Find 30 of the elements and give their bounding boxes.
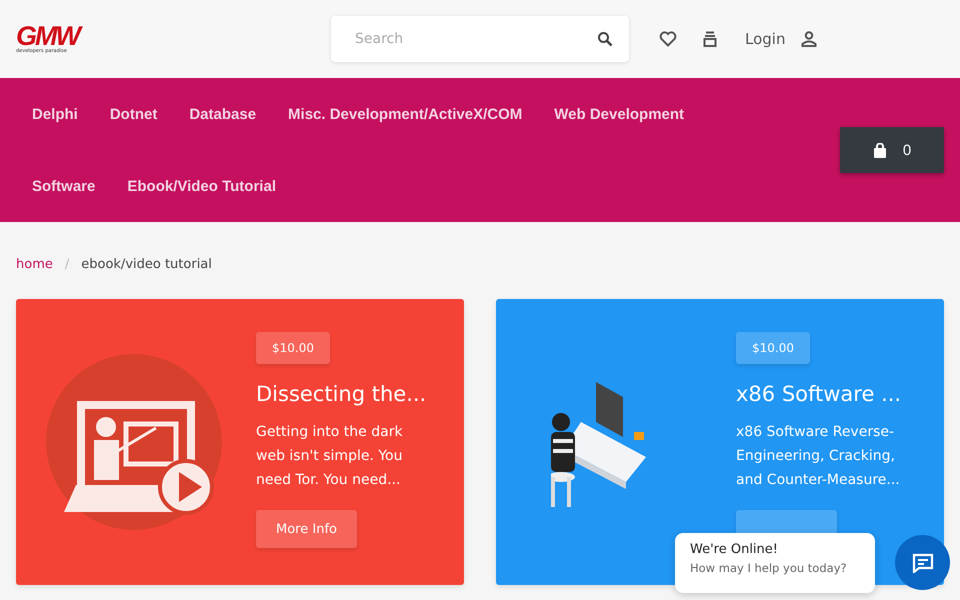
stack-icon[interactable] bbox=[703, 31, 717, 47]
nav-link[interactable]: Dotnet bbox=[94, 78, 174, 150]
chat-subtitle: How may I help you today? bbox=[690, 561, 848, 575]
chat-title: We're Online! bbox=[690, 542, 779, 557]
search-icon[interactable] bbox=[597, 31, 613, 47]
logo[interactable]: GMW bbox=[16, 24, 79, 48]
breadcrumb-link[interactable]: home bbox=[16, 256, 53, 272]
login-link[interactable]: Login bbox=[745, 30, 786, 48]
breadcrumb-current: ebook/video tutorial bbox=[81, 256, 212, 272]
chat-icon bbox=[912, 552, 934, 572]
user-icon[interactable] bbox=[801, 31, 818, 47]
cart-button[interactable]: 0 bbox=[840, 127, 944, 173]
search-field[interactable]: Search bbox=[331, 16, 629, 62]
nav-link[interactable]: Database bbox=[173, 78, 272, 150]
nav-link[interactable]: Delphi bbox=[16, 78, 94, 150]
heart-icon[interactable] bbox=[659, 31, 677, 47]
product-title[interactable]: Dissecting the... bbox=[256, 382, 448, 406]
nav-link[interactable]: Misc. Development/ActiveX/COM bbox=[272, 78, 538, 150]
product-description: Getting into the dark web isn't simple. You need Tor. You need... bbox=[256, 423, 404, 490]
product-description: x86 Software Reverse-Engineering, Cracking, and Counter-Measure... bbox=[736, 423, 901, 490]
chat-popup[interactable]: We're Online! How may I help you today? bbox=[675, 533, 875, 593]
price-badge: $10.00 bbox=[736, 332, 810, 364]
breadcrumb-separator: / bbox=[64, 256, 70, 272]
more-info-button[interactable]: More Info bbox=[256, 510, 357, 548]
bag-icon bbox=[872, 142, 887, 158]
nav-link[interactable]: Web Development bbox=[538, 78, 700, 150]
product-title[interactable]: x86 Software ... bbox=[736, 382, 928, 406]
price-badge: $10.00 bbox=[256, 332, 330, 364]
nav-link[interactable]: Ebook/Video Tutorial bbox=[111, 150, 292, 222]
nav-link[interactable]: Software bbox=[16, 150, 112, 222]
